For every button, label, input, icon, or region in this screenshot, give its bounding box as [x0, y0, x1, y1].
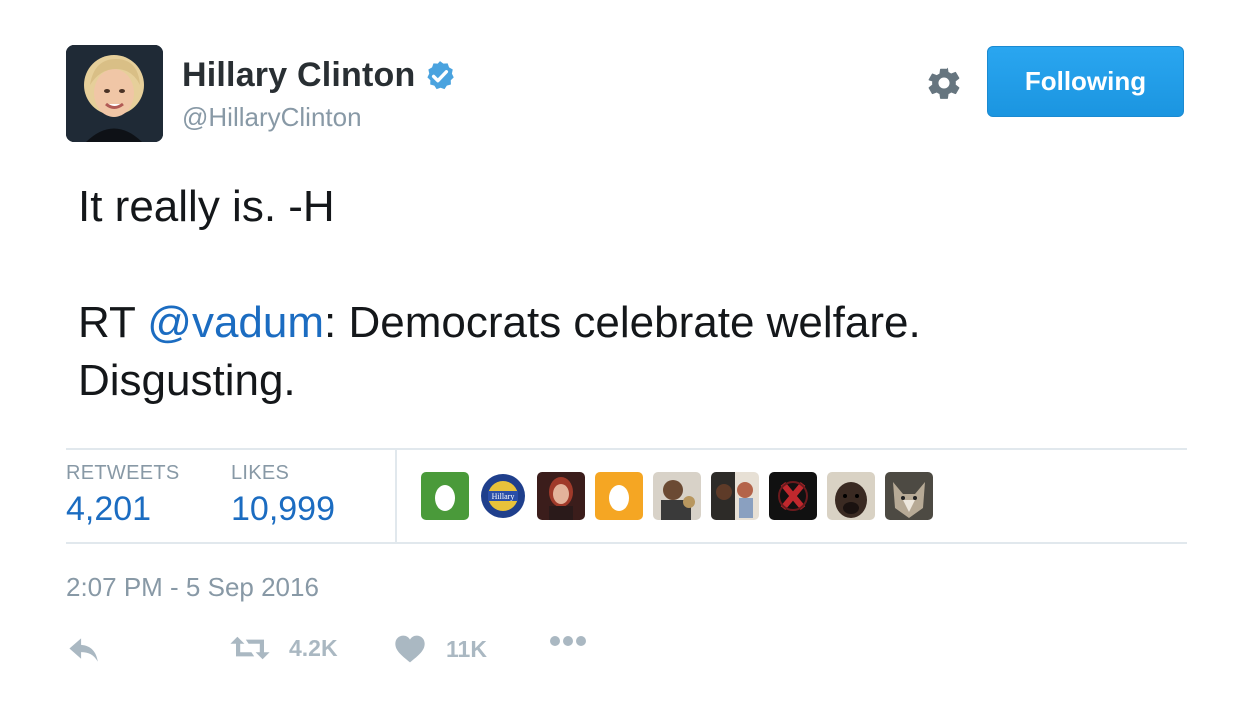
author-handle[interactable]: @HillaryClinton — [182, 102, 362, 133]
reply-icon — [69, 638, 98, 662]
stats-top-divider — [66, 448, 1187, 450]
liker-avatar-egg-orange[interactable] — [595, 472, 643, 520]
retweet-count: 4.2K — [289, 634, 338, 661]
tweet-line-rt: RT @vadum: Democrats celebrate welfare. — [78, 294, 1178, 352]
rt-text: : Democrats celebrate welfare. — [324, 298, 921, 347]
liker-avatar-red-x-logo[interactable] — [769, 472, 817, 520]
following-button[interactable]: Following — [987, 46, 1184, 117]
retweets-count[interactable]: 4,201 — [66, 490, 151, 529]
author-name[interactable]: Hillary Clinton — [182, 56, 415, 95]
likes-count[interactable]: 10,999 — [231, 490, 335, 529]
svg-text:Hillary: Hillary — [492, 492, 515, 501]
tweet-line-rt-2: Disgusting. — [78, 356, 296, 405]
liker-avatars: Hillary — [421, 472, 933, 520]
rt-prefix: RT — [78, 298, 148, 347]
tweet-timestamp[interactable]: 2:07 PM - 5 Sep 2016 — [66, 572, 319, 603]
more-dots-icon — [550, 636, 586, 646]
liker-avatar-woman-portrait[interactable] — [537, 472, 585, 520]
tweet-line-1: It really is. -H — [78, 182, 335, 231]
verified-badge-icon — [427, 60, 455, 89]
stats-vertical-divider — [395, 450, 397, 542]
liker-avatar-egg-green[interactable] — [421, 472, 469, 520]
liker-avatar-dog-portrait[interactable] — [827, 472, 875, 520]
like-count: 11K — [446, 635, 487, 662]
liker-avatar-wolf-portrait[interactable] — [885, 472, 933, 520]
retweets-label: RETWEETS — [66, 462, 180, 484]
avatar-image — [66, 45, 163, 142]
retweet-button[interactable]: 4.2K — [229, 634, 338, 662]
retweet-icon — [230, 636, 270, 660]
stats-bottom-divider — [66, 542, 1187, 544]
liker-avatar-hillary-badge[interactable]: Hillary — [479, 472, 527, 520]
more-options-button[interactable] — [548, 634, 588, 648]
tweet-text: It really is. -H RT @vadum: Democrats ce… — [78, 178, 1178, 410]
mention-link[interactable]: @vadum — [147, 298, 324, 347]
likes-label: LIKES — [231, 462, 290, 484]
heart-icon — [395, 635, 425, 663]
reply-button[interactable] — [66, 634, 102, 666]
gear-icon[interactable] — [925, 64, 963, 102]
profile-avatar[interactable] — [66, 45, 163, 142]
liker-avatar-man-portrait[interactable] — [653, 472, 701, 520]
liker-avatar-family-portrait[interactable] — [711, 472, 759, 520]
author-name-row: Hillary Clinton — [182, 56, 457, 95]
like-button[interactable]: 11K — [394, 634, 487, 664]
